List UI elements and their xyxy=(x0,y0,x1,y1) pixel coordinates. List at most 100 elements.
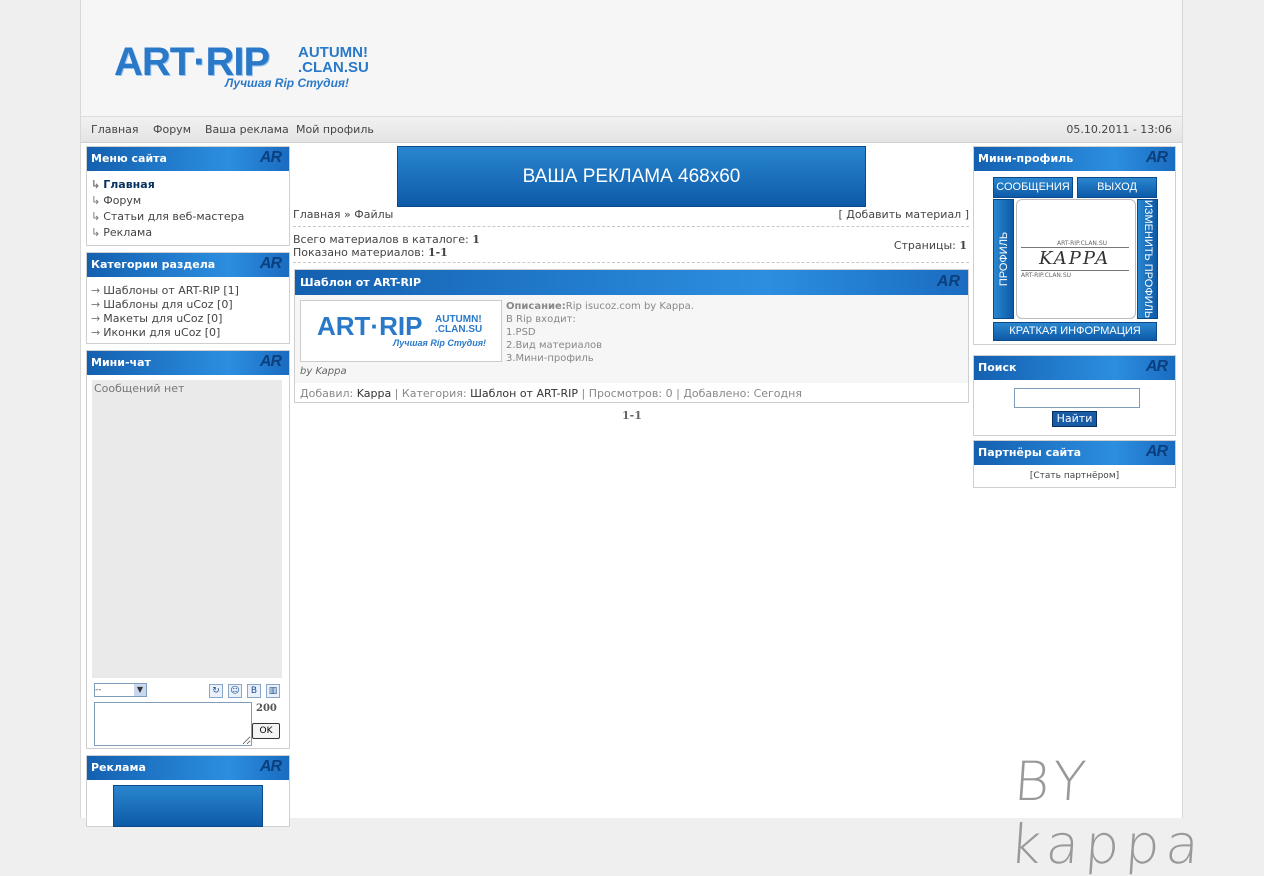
category-label: Иконки для uCoz [0] xyxy=(103,326,221,339)
smiley-icon[interactable]: ☺ xyxy=(228,684,242,698)
categories-header: Категории раздела AR xyxy=(87,253,289,277)
categories-title: Категории раздела xyxy=(91,258,216,271)
page-number[interactable]: 1 xyxy=(959,239,967,252)
edit-profile-button[interactable]: ИЗМЕНИТЬ ПРОФИЛЬ xyxy=(1137,199,1158,319)
category-item[interactable]: → Шаблоны для uCoz [0] xyxy=(91,298,233,311)
desc-line: 1.PSD xyxy=(506,327,536,338)
total-materials: Всего материалов в каталоге: 1 xyxy=(293,233,480,246)
minichat-messages[interactable]: Сообщений нет xyxy=(92,380,282,678)
datetime: 05.10.2011 - 13:06 xyxy=(1066,123,1172,136)
logout-button[interactable]: ВЫХОД xyxy=(1077,177,1157,198)
site-logo[interactable]: ART·RIP AUTUMN! .CLAN.SU Лучшая Rip Студ… xyxy=(114,40,374,100)
menu-item-ads[interactable]: ↳ Реклама xyxy=(91,226,152,239)
ar-badge: AR xyxy=(936,273,960,290)
material-body: ART·RIP AUTUMN! .CLAN.SU Лучшая Rip Студи… xyxy=(295,295,968,383)
topnav-ads[interactable]: Ваша реклама xyxy=(205,123,289,136)
category-item[interactable]: → Шаблоны от ART-RIP [1] xyxy=(91,284,239,297)
ads-header: Реклама AR xyxy=(87,756,289,780)
arrow-icon: ↳ xyxy=(91,194,101,207)
desc-line: 3.Мини-профиль xyxy=(506,353,594,364)
shown-label: Показано материалов: xyxy=(293,246,425,259)
codes-icon[interactable]: ▥ xyxy=(266,684,280,698)
category-label: Макеты для uCoz [0] xyxy=(103,312,223,325)
ar-badge: AR xyxy=(259,758,282,775)
breadcrumb-home[interactable]: Главная xyxy=(293,208,341,221)
add-material-link[interactable]: [ Добавить материал ] xyxy=(838,208,969,221)
menu-item-forum[interactable]: ↳ Форум xyxy=(91,194,141,207)
ar-badge: AR xyxy=(1145,149,1168,166)
minichat-message-input[interactable] xyxy=(94,702,252,746)
menu-item-label: Форум xyxy=(103,194,142,207)
category-item[interactable]: → Макеты для uCoz [0] xyxy=(91,312,222,325)
categories-block: Категории раздела AR → Шаблоны от ART-RIP… xyxy=(86,252,290,344)
material-byline: by Kappa xyxy=(300,366,347,377)
avatar[interactable]: ART-RIP.CLAN.SU KAPPA ART-RIP.CLAN.SU xyxy=(1016,199,1136,319)
category-link[interactable]: Шаблон от ART-RIP xyxy=(470,387,578,400)
minichat-block: Мини-чат AR Сообщений нет -- ▼ ↻ ☺ B ▥ 2… xyxy=(86,350,290,749)
desc-line: 2.Вид материалов xyxy=(506,340,603,351)
shown-value: 1-1 xyxy=(427,246,448,259)
avatar-line xyxy=(1021,270,1129,271)
partners-title: Партнёры сайта xyxy=(978,446,1082,459)
thumb-logo-side: AUTUMN! .CLAN.SU xyxy=(435,314,483,335)
avatar-name: KAPPA xyxy=(1039,248,1111,269)
arrow-icon: → xyxy=(91,312,101,325)
topnav-forum[interactable]: Форум xyxy=(153,123,191,136)
menu-item-home[interactable]: ↳ Главная xyxy=(91,178,155,191)
material-header: Шаблон от ART-RIP AR xyxy=(295,270,968,295)
site-menu-header: Меню сайта AR xyxy=(87,147,289,171)
avatar-url-bottom: ART-RIP.CLAN.SU xyxy=(1021,272,1072,279)
refresh-icon[interactable]: ↻ xyxy=(209,684,223,698)
short-info-button[interactable]: КРАТКАЯ ИНФОРМАЦИЯ xyxy=(993,322,1157,341)
category-item[interactable]: → Иконки для uCoz [0] xyxy=(91,326,220,339)
ads-block: Реклама AR xyxy=(86,755,290,827)
topnav-home[interactable]: Главная xyxy=(91,123,139,136)
minichat-select-value: -- xyxy=(95,685,102,695)
search-input[interactable] xyxy=(1014,388,1140,408)
arrow-icon: → xyxy=(91,326,101,339)
become-partner-link[interactable]: [Стать партнёром] xyxy=(974,471,1175,481)
chevron-down-icon: ▼ xyxy=(134,684,146,696)
arrow-icon: ↳ xyxy=(91,210,101,223)
author-link[interactable]: Kappa xyxy=(357,387,391,400)
ad-banner-468[interactable]: ВАША РЕКЛАМА 468x60 xyxy=(397,146,866,207)
menu-item-articles[interactable]: ↳ Статьи для веб-мастера xyxy=(91,210,244,223)
messages-button[interactable]: СООБЩЕНИЯ xyxy=(993,177,1073,198)
search-header: Поиск AR xyxy=(974,356,1175,380)
site-header: ART·RIP AUTUMN! .CLAN.SU Лучшая Rip Студ… xyxy=(81,0,1182,117)
page-container: ART·RIP AUTUMN! .CLAN.SU Лучшая Rip Студ… xyxy=(80,0,1183,827)
profile-button[interactable]: ПРОФИЛЬ xyxy=(993,199,1014,319)
divider xyxy=(293,262,969,263)
menu-item-label: Статьи для веб-мастера xyxy=(103,210,245,223)
desc-text: Rip isucoz.com by Kappa. xyxy=(565,301,694,312)
shown-materials: Показано материалов: 1-1 xyxy=(293,246,448,259)
menu-item-label: Главная xyxy=(103,178,155,191)
ar-badge: AR xyxy=(259,149,282,166)
ads-title: Реклама xyxy=(91,761,146,774)
search-button[interactable]: Найти xyxy=(1052,411,1097,427)
category-label: Шаблоны для uCoz [0] xyxy=(103,298,233,311)
topnav-profile[interactable]: Мой профиль xyxy=(296,123,374,136)
divider xyxy=(293,226,969,227)
pagination-top: Страницы: 1 xyxy=(894,239,967,252)
material-description: Описание:Rip isucoz.com by Kappa. В Rip … xyxy=(506,300,694,365)
total-value: 1 xyxy=(472,233,480,246)
pagination-bottom: 1-1 xyxy=(622,409,642,422)
mini-profile-block: Мини-профиль AR СООБЩЕНИЯ ВЫХОД ПРОФИЛЬ … xyxy=(973,146,1176,345)
material-thumbnail[interactable]: ART·RIP AUTUMN! .CLAN.SU Лучшая Rip Студи… xyxy=(300,300,502,362)
bold-icon[interactable]: B xyxy=(247,684,261,698)
logo-slogan: Лучшая Rip Студия! xyxy=(225,76,349,90)
ar-badge: AR xyxy=(1145,358,1168,375)
views-count: Просмотров: 0 xyxy=(588,387,673,400)
mini-profile-title: Мини-профиль xyxy=(978,152,1074,165)
mini-profile-header: Мини-профиль AR xyxy=(974,147,1175,171)
logo-side-bottom: .CLAN.SU xyxy=(298,59,369,76)
material-title[interactable]: Шаблон от ART-RIP xyxy=(300,276,421,289)
minichat-select[interactable]: -- ▼ xyxy=(94,683,147,697)
minichat-ok-button[interactable]: OK xyxy=(252,723,280,739)
ar-badge: AR xyxy=(259,353,282,370)
material-footer: Добавил: Kappa | Категория: Шаблон от AR… xyxy=(300,387,802,400)
ad-banner-small[interactable] xyxy=(113,785,263,827)
arrow-icon: ↳ xyxy=(91,226,101,239)
arrow-icon: ↳ xyxy=(91,178,101,191)
